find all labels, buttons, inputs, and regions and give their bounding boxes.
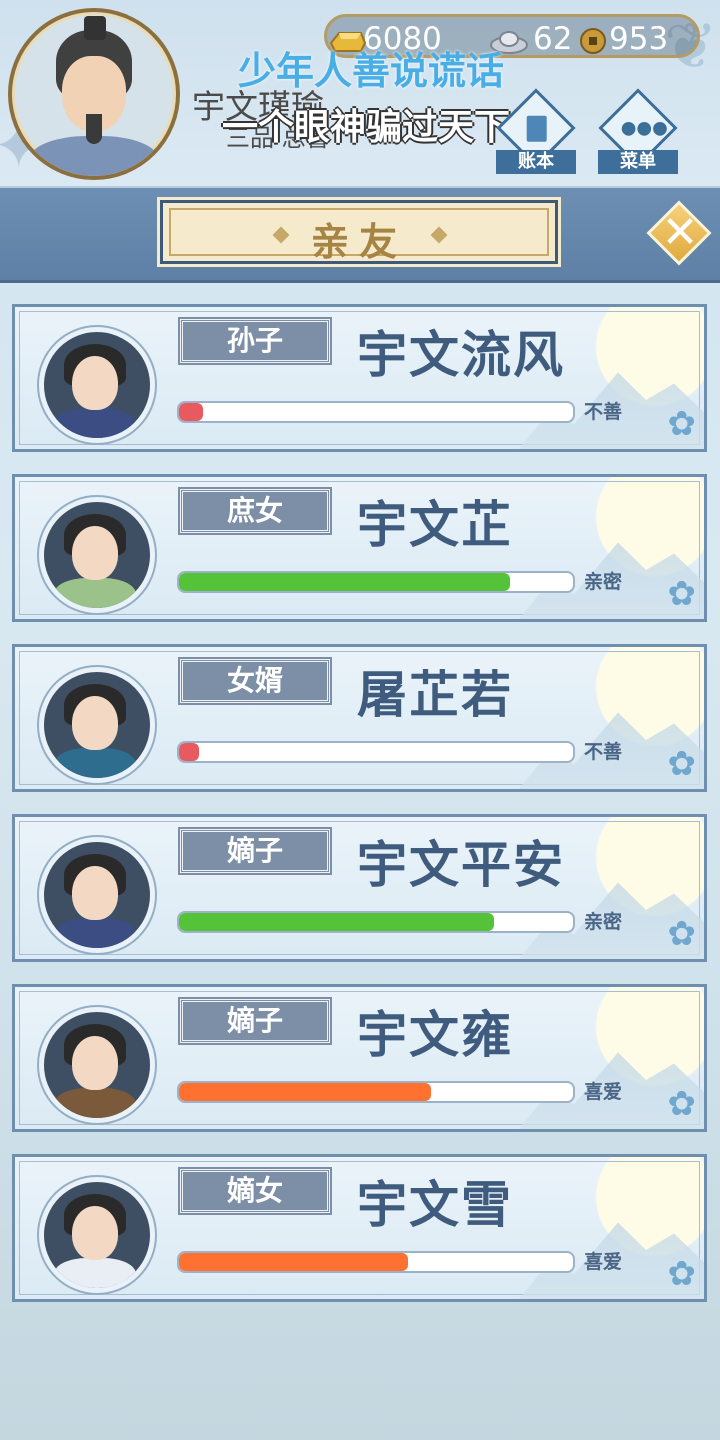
- relative-name: 屠芷若: [357, 666, 513, 724]
- coin-resource: 953: [580, 21, 669, 57]
- relative-name: 宇文雍: [357, 1006, 513, 1064]
- flower-ornament-icon: ✿: [667, 1254, 697, 1294]
- relative-card[interactable]: ✿ 女婿 屠芷若 不善: [12, 644, 707, 792]
- affinity-bar: [177, 741, 575, 763]
- page-title: 亲友: [310, 220, 407, 264]
- relative-card[interactable]: ✿ 孙子 宇文流风 不善: [12, 304, 707, 452]
- relative-avatar[interactable]: [39, 497, 155, 613]
- affinity-fill: [179, 1253, 408, 1271]
- flower-ornament-icon: ✿: [667, 744, 697, 784]
- relation-status: 亲密: [584, 571, 623, 593]
- affinity-bar: [177, 1251, 575, 1273]
- relatives-list[interactable]: ✿ 儿媳 凌晓梅 不善 ✿ 孙子 宇文流风 不善 ✿: [0, 270, 720, 1440]
- relation-role-tag: 嫡子: [178, 997, 332, 1045]
- affinity-fill: [179, 743, 199, 761]
- relation-role-tag: 嫡女: [178, 1167, 332, 1215]
- relation-status: 不善: [584, 401, 623, 423]
- affinity-bar: [177, 1081, 575, 1103]
- silver-resource: 62: [490, 21, 573, 57]
- title-bar: 亲友: [0, 186, 720, 283]
- affinity-fill: [179, 913, 495, 931]
- silver-amount: 62: [533, 21, 573, 57]
- flower-ornament-icon: ✿: [667, 914, 697, 954]
- ledger-label: 账本: [496, 150, 576, 174]
- relative-avatar[interactable]: [39, 327, 155, 443]
- relative-card[interactable]: ✿ 嫡子 宇文雍 喜爱: [12, 984, 707, 1132]
- affinity-bar: [177, 401, 575, 423]
- relation-status: 喜爱: [584, 1081, 623, 1103]
- coin-amount: 953: [609, 21, 669, 57]
- relation-status: 不善: [584, 741, 623, 763]
- affinity-bar: [177, 571, 575, 593]
- player-header: ✦ ❦ 6080 62 953 宇文瑾瑜 三品 总督 少年人善说谎话 一个眼神骗…: [0, 0, 720, 186]
- relative-name: 宇文芷: [357, 496, 513, 554]
- relation-role-tag: 庶女: [178, 487, 332, 535]
- relative-name: 宇文流风: [357, 326, 565, 384]
- flower-ornament-icon: ✿: [667, 1084, 697, 1124]
- ledger-button[interactable]: 账本: [496, 88, 576, 176]
- relative-avatar[interactable]: [39, 667, 155, 783]
- relative-avatar[interactable]: [39, 1007, 155, 1123]
- title-plate: 亲友: [157, 197, 561, 267]
- relation-role-tag: 孙子: [178, 317, 332, 365]
- relative-name: 宇文雪: [357, 1176, 513, 1234]
- menu-button[interactable]: ●●● 菜单: [598, 88, 678, 176]
- menu-label: 菜单: [598, 150, 678, 174]
- relation-status: 喜爱: [584, 1251, 623, 1273]
- relative-avatar[interactable]: [39, 1177, 155, 1293]
- relation-role-tag: 女婿: [178, 657, 332, 705]
- scrolling-message-line1: 少年人善说谎话: [238, 49, 505, 93]
- flower-ornament-icon: ✿: [667, 574, 697, 614]
- relative-card[interactable]: ✿ 庶女 宇文芷 亲密: [12, 474, 707, 622]
- scrolling-message-line2: 一个眼神骗过天下: [222, 107, 511, 148]
- affinity-fill: [179, 1083, 432, 1101]
- relation-role-tag: 嫡子: [178, 827, 332, 875]
- affinity-fill: [179, 403, 203, 421]
- affinity-fill: [179, 573, 510, 591]
- relative-avatar[interactable]: [39, 837, 155, 953]
- relative-card[interactable]: ✿ 嫡女 宇文雪 喜爱: [12, 1154, 707, 1302]
- player-portrait[interactable]: [8, 8, 180, 180]
- copper-coin-icon: [580, 28, 606, 54]
- affinity-bar: [177, 911, 575, 933]
- close-icon: ✕: [661, 207, 699, 258]
- relative-card[interactable]: ✿ 嫡子 宇文平安 亲密: [12, 814, 707, 962]
- flower-ornament-icon: ✿: [667, 404, 697, 444]
- relation-status: 亲密: [584, 911, 623, 933]
- relative-name: 宇文平安: [357, 836, 565, 894]
